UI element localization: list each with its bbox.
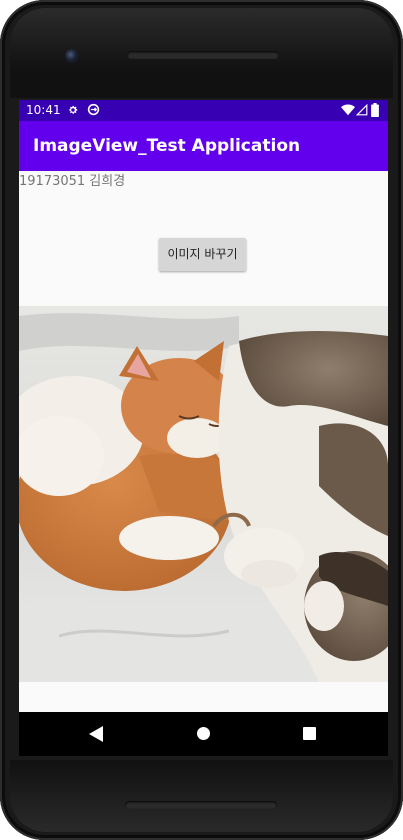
status-bar: 10:41 <box>19 100 388 121</box>
status-time: 10:41 <box>26 103 61 117</box>
bottom-speaker <box>125 801 277 809</box>
phone-frame: 10:41 ImageView_Test Application 1917305 <box>0 0 403 840</box>
signal-icon <box>356 104 368 116</box>
cat-photo <box>19 306 388 682</box>
app-bar: ImageView_Test Application <box>19 121 388 171</box>
sync-icon <box>87 103 100 116</box>
screen: 10:41 ImageView_Test Application 1917305 <box>19 100 388 712</box>
gear-icon <box>69 105 78 114</box>
battery-icon <box>371 103 379 117</box>
recents-icon[interactable] <box>303 727 316 740</box>
front-camera <box>65 49 79 63</box>
wifi-icon <box>341 104 355 116</box>
navigation-bar <box>19 712 388 756</box>
back-icon[interactable] <box>89 726 103 742</box>
change-image-button[interactable]: 이미지 바꾸기 <box>159 238 246 271</box>
home-icon[interactable] <box>197 727 210 740</box>
student-label: 19173051 김희경 <box>19 174 126 189</box>
phone-bottom-bezel <box>10 760 393 832</box>
app-title: ImageView_Test Application <box>33 136 301 156</box>
earpiece-speaker <box>127 51 279 59</box>
